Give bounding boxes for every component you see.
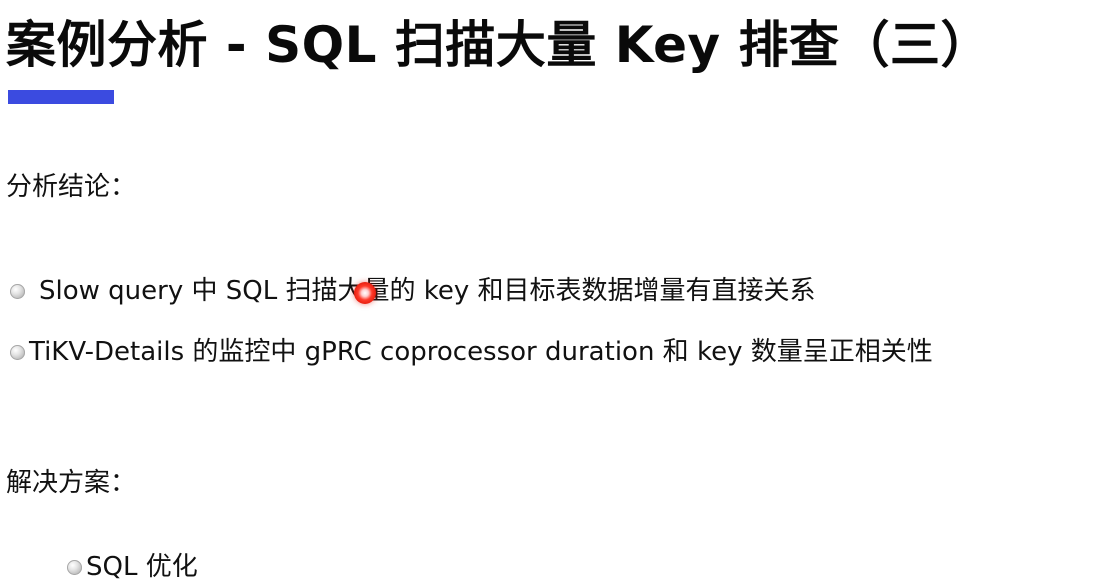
solution-bullet-1-text: SQL 优化 (86, 552, 198, 582)
analysis-bullet-2-text: TiKV-Details 的监控中 gPRC coprocessor durat… (29, 337, 933, 367)
presentation-slide: 案例分析 - SQL 扫描大量 Key 排查（三） 分析结论： Slow que… (0, 0, 1110, 582)
slide-title: 案例分析 - SQL 扫描大量 Key 排查（三） (6, 16, 992, 74)
title-accent-bar (8, 90, 114, 104)
solution-bullet-1: SQL 优化 (67, 550, 198, 584)
gray-circle-bullet-icon (10, 344, 25, 360)
gray-circle-bullet-icon (10, 283, 25, 299)
analysis-bullet-1-text: Slow query 中 SQL 扫描大量的 key 和目标表数据增量有直接关系 (39, 276, 816, 306)
analysis-bullet-2: TiKV-Details 的监控中 gPRC coprocessor durat… (10, 335, 933, 369)
red-laser-pointer-icon (354, 282, 376, 304)
analysis-heading: 分析结论： (6, 172, 137, 202)
solution-heading: 解决方案： (6, 468, 137, 498)
gray-circle-bullet-icon (67, 559, 82, 575)
analysis-bullet-1: Slow query 中 SQL 扫描大量的 key 和目标表数据增量有直接关系 (10, 274, 816, 308)
